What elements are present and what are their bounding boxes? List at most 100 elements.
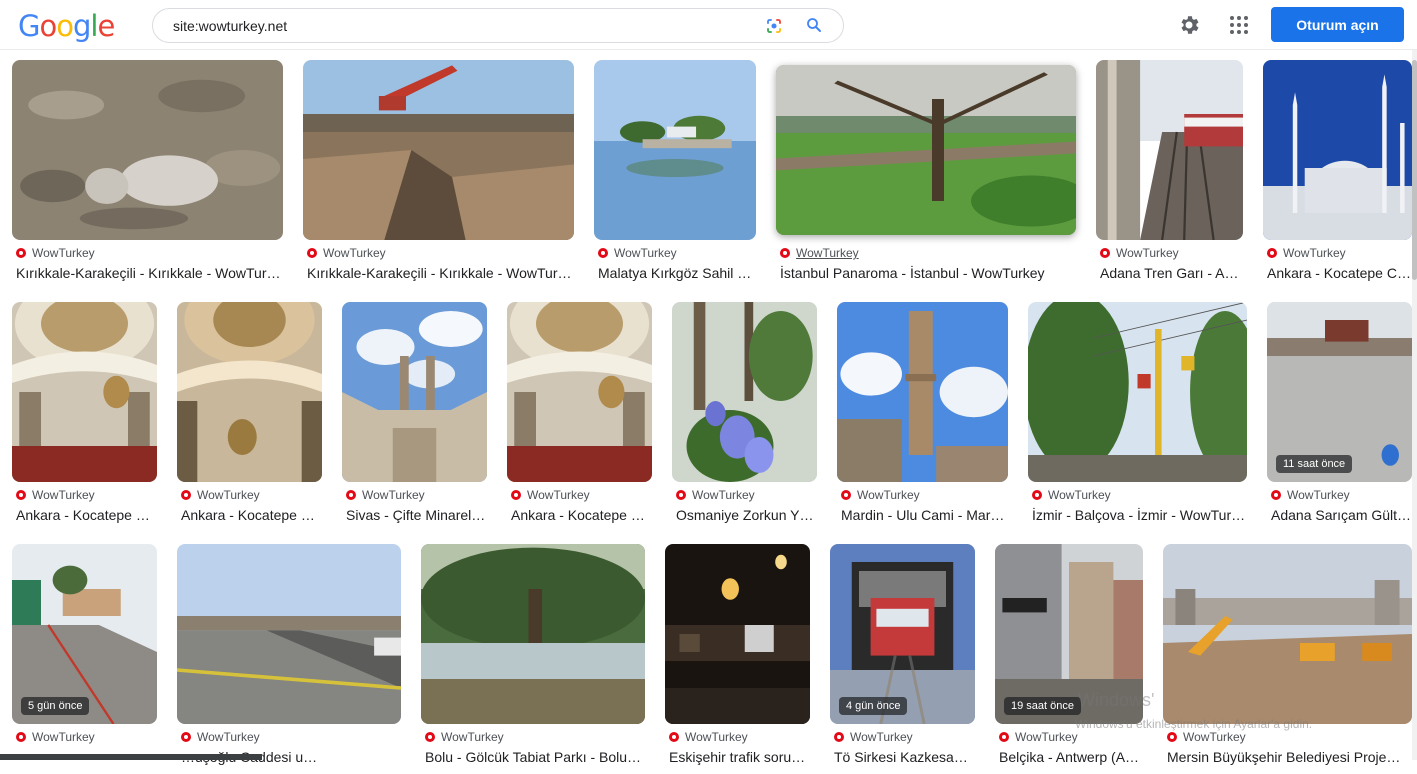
result-thumbnail[interactable] xyxy=(1263,60,1412,240)
result-source[interactable]: WowTurkey xyxy=(780,246,859,260)
result-thumbnail[interactable]: 11 saat önce xyxy=(1267,302,1412,482)
result-thumbnail[interactable] xyxy=(776,65,1076,235)
lens-icon[interactable] xyxy=(765,17,783,35)
image-result-card[interactable]: WowTurkey Ankara - Kocatepe C… xyxy=(1263,60,1412,290)
result-title[interactable]: Malatya Kırkgöz Sahil … xyxy=(598,265,756,283)
result-source[interactable]: WowTurkey xyxy=(676,488,755,502)
image-result-card[interactable]: WowTurkey Bolu - Gölcük Tabiat Parkı - Bo… xyxy=(421,544,645,774)
image-result-card[interactable]: WowTurkey Kırıkkale-Karakeçili - Kırıkkal… xyxy=(303,60,574,290)
result-thumbnail[interactable] xyxy=(665,544,810,724)
image-result-card[interactable]: WowTurkey Mardin - Ulu Cami - Mar… xyxy=(837,302,1008,532)
result-source[interactable]: WowTurkey xyxy=(16,246,95,260)
result-title[interactable]: Adana Tren Garı - A… xyxy=(1100,265,1243,283)
result-source[interactable]: WowTurkey xyxy=(307,246,386,260)
image-result-card[interactable]: WowTurkey İstanbul Panaroma - İstanbul - … xyxy=(776,65,1076,295)
result-title[interactable]: Eskişehir trafik soru… xyxy=(669,749,810,767)
result-title[interactable]: Ankara - Kocatepe … xyxy=(16,507,157,525)
result-source[interactable]: WowTurkey xyxy=(669,730,748,744)
result-title[interactable]: Mersin Büyükşehir Belediyesi Proje… xyxy=(1167,749,1412,767)
result-title[interactable]: Kırıkkale-Karakeçili - Kırıkkale - WowTu… xyxy=(307,265,574,283)
result-source[interactable]: WowTurkey xyxy=(1167,730,1246,744)
result-title[interactable]: Kırıkkale-Karakeçili - Kırıkkale - WowTu… xyxy=(16,265,283,283)
result-thumbnail[interactable] xyxy=(421,544,645,724)
search-box xyxy=(152,8,844,43)
turkey-flag-icon xyxy=(181,732,191,742)
source-name: WowTurkey xyxy=(32,246,95,260)
result-thumbnail[interactable] xyxy=(342,302,487,482)
result-source[interactable]: WowTurkey xyxy=(1100,246,1179,260)
result-title[interactable]: Ankara - Kocatepe … xyxy=(181,507,322,525)
result-thumbnail[interactable] xyxy=(837,302,1008,482)
result-source[interactable]: WowTurkey xyxy=(1267,246,1346,260)
result-title[interactable]: Osmaniye Zorkun Y… xyxy=(676,507,817,525)
image-result-card[interactable]: 19 saat önce WowTurkey Belçika - Antwerp (… xyxy=(995,544,1143,774)
result-thumbnail[interactable] xyxy=(594,60,756,240)
image-result-card[interactable]: 5 gün önce WowTurkey xyxy=(12,544,157,774)
apps-icon[interactable] xyxy=(1229,15,1249,35)
image-result-card[interactable]: WowTurkey Ankara - Kocatepe … xyxy=(12,302,157,532)
result-thumbnail[interactable] xyxy=(1163,544,1412,724)
result-source[interactable]: WowTurkey xyxy=(346,488,425,502)
image-result-card[interactable]: WowTurkey Malatya Kırkgöz Sahil … xyxy=(594,60,756,290)
result-source[interactable]: WowTurkey xyxy=(511,488,590,502)
result-title[interactable]: Mardin - Ulu Cami - Mar… xyxy=(841,507,1008,525)
image-result-card[interactable]: WowTurkey Adana Tren Garı - A… xyxy=(1096,60,1243,290)
result-thumbnail[interactable] xyxy=(177,302,322,482)
result-source[interactable]: WowTurkey xyxy=(834,730,913,744)
image-result-card[interactable]: WowTurkey Osmaniye Zorkun Y… xyxy=(672,302,817,532)
result-title[interactable]: İzmir - Balçova - İzmir - WowTur… xyxy=(1032,507,1247,525)
turkey-flag-icon xyxy=(999,732,1009,742)
result-title[interactable]: Ankara - Kocatepe … xyxy=(511,507,652,525)
image-result-card[interactable]: WowTurkey Ankara - Kocatepe … xyxy=(177,302,322,532)
image-result-card[interactable]: WowTurkey Eskişehir trafik soru… xyxy=(665,544,810,774)
result-thumbnail[interactable]: 5 gün önce xyxy=(12,544,157,724)
turkey-flag-icon xyxy=(181,490,191,500)
gear-icon[interactable] xyxy=(1177,13,1201,37)
source-name: WowTurkey xyxy=(1116,246,1179,260)
result-thumbnail[interactable] xyxy=(1028,302,1247,482)
result-thumbnail[interactable] xyxy=(672,302,817,482)
result-source[interactable]: WowTurkey xyxy=(598,246,677,260)
result-thumbnail[interactable] xyxy=(12,302,157,482)
signin-button[interactable]: Oturum açın xyxy=(1271,7,1404,42)
image-result-card[interactable]: WowTurkey Mersin Büyükşehir Belediyesi Pr… xyxy=(1163,544,1412,774)
result-source[interactable]: WowTurkey xyxy=(1271,488,1350,502)
source-name: WowTurkey xyxy=(614,246,677,260)
result-title[interactable]: Tö Sirkesi Kazkesa… xyxy=(834,749,975,767)
scrollbar-thumb[interactable] xyxy=(1412,60,1417,280)
result-title[interactable]: Sivas - Çifte Minarel… xyxy=(346,507,487,525)
turkey-flag-icon xyxy=(1167,732,1177,742)
result-source[interactable]: WowTurkey xyxy=(841,488,920,502)
search-input[interactable] xyxy=(173,15,733,37)
activation-watermark-text: Windows'u etkinleştirmek için Ayarlar'a … xyxy=(1075,717,1313,731)
result-source[interactable]: WowTurkey xyxy=(16,730,95,744)
image-result-card[interactable]: WowTurkey Ankara - Kocatepe … xyxy=(507,302,652,532)
image-result-card[interactable]: WowTurkey Sivas - Çifte Minarel… xyxy=(342,302,487,532)
search-icon[interactable] xyxy=(805,16,823,34)
result-thumbnail[interactable]: 4 gün önce xyxy=(830,544,975,724)
image-result-card[interactable]: WowTurkey Kırıkkale-Karakeçili - Kırıkkal… xyxy=(12,60,283,290)
result-source[interactable]: WowTurkey xyxy=(181,488,260,502)
result-title[interactable]: Belçika - Antwerp (A… xyxy=(999,749,1143,767)
image-result-card[interactable]: WowTurkey İzmir - Balçova - İzmir - WowTu… xyxy=(1028,302,1247,532)
image-result-card[interactable]: WowTurkey…uşoğlu Caddesi u… xyxy=(177,544,401,774)
result-source[interactable]: WowTurkey xyxy=(425,730,504,744)
result-title[interactable]: Ankara - Kocatepe C… xyxy=(1267,265,1412,283)
result-source[interactable]: WowTurkey xyxy=(181,730,260,744)
result-source[interactable]: WowTurkey xyxy=(999,730,1078,744)
image-result-card[interactable]: 4 gün önce WowTurkey Tö Sirkesi Kazkesa… xyxy=(830,544,975,774)
result-thumbnail[interactable] xyxy=(177,544,401,724)
result-source[interactable]: WowTurkey xyxy=(16,488,95,502)
result-source[interactable]: WowTurkey xyxy=(1032,488,1111,502)
result-thumbnail[interactable] xyxy=(1096,60,1243,240)
source-name: WowTurkey xyxy=(441,730,504,744)
result-title[interactable]: İstanbul Panaroma - İstanbul - WowTurkey xyxy=(780,265,1076,283)
result-title[interactable]: Adana Sarıçam Gült… xyxy=(1271,507,1412,525)
result-thumbnail[interactable] xyxy=(12,60,283,240)
result-thumbnail[interactable] xyxy=(507,302,652,482)
google-logo[interactable]: Google xyxy=(18,9,115,43)
result-title[interactable]: Bolu - Gölcük Tabiat Parkı - Bolu… xyxy=(425,749,645,767)
result-thumbnail[interactable] xyxy=(303,60,574,240)
image-result-card[interactable]: 11 saat önce WowTurkey Adana Sarıçam Gült… xyxy=(1267,302,1412,532)
time-badge: 11 saat önce xyxy=(1276,455,1353,473)
